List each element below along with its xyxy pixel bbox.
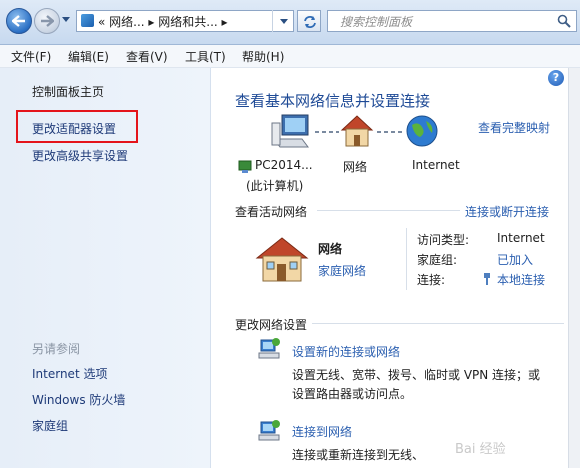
connect-disconnect-link[interactable]: 连接或断开连接 xyxy=(465,203,549,220)
back-button[interactable] xyxy=(6,8,32,34)
network-label: 网络 xyxy=(343,160,368,174)
active-networks-heading: 查看活动网络 xyxy=(235,205,308,219)
menu-help[interactable]: 帮助(H) xyxy=(242,48,284,65)
task-description: 设置路由器或访问点。 xyxy=(292,387,413,401)
change-settings-heading: 更改网络设置 xyxy=(235,318,308,332)
access-type-label: 访问类型: xyxy=(417,233,470,247)
refresh-button[interactable] xyxy=(297,10,321,32)
computer-icon xyxy=(271,114,309,148)
history-dropdown-icon[interactable] xyxy=(62,17,70,22)
refresh-icon xyxy=(304,16,316,28)
local-connection-link[interactable]: 本地连接 xyxy=(497,271,545,288)
new-connection-icon xyxy=(258,338,280,359)
network-adapter-icon xyxy=(238,160,252,173)
arrow-right-icon xyxy=(41,15,54,27)
address-dropdown-button[interactable] xyxy=(272,10,294,32)
arrow-left-icon xyxy=(12,15,25,27)
divider xyxy=(406,228,407,290)
internet-label: Internet xyxy=(412,158,460,172)
page-title: 查看基本网络信息并设置连接 xyxy=(235,92,431,110)
change-advanced-sharing-link[interactable]: 更改高级共享设置 xyxy=(32,147,128,164)
link-line xyxy=(377,131,405,133)
help-icon[interactable]: ? xyxy=(548,70,564,86)
home-network-icon xyxy=(255,237,309,282)
chevron-down-icon xyxy=(280,19,288,24)
wired-connection-icon xyxy=(484,273,490,285)
task-description: 连接或重新连接到无线、 xyxy=(292,448,425,462)
divider xyxy=(312,323,564,324)
highlight-box xyxy=(16,110,138,143)
menu-file[interactable]: 文件(F) xyxy=(11,48,51,65)
forward-button[interactable] xyxy=(34,8,60,34)
control-panel-home-link[interactable]: 控制面板主页 xyxy=(32,83,104,100)
menu-view[interactable]: 查看(V) xyxy=(126,48,168,65)
setup-new-connection-link[interactable]: 设置新的连接或网络 xyxy=(292,343,400,360)
homegroup-label: 家庭组: xyxy=(417,253,458,267)
task-description: 设置无线、宽带、拨号、临时或 VPN 连接；或 xyxy=(292,368,541,382)
divider xyxy=(317,210,460,211)
homegroup-value-link[interactable]: 已加入 xyxy=(497,251,533,268)
menu-tools[interactable]: 工具(T) xyxy=(185,48,226,65)
connect-to-network-icon xyxy=(258,420,280,441)
breadcrumb[interactable]: « 网络... ▸ 网络和共... ▸ xyxy=(98,13,228,30)
homegroup-link[interactable]: 家庭组 xyxy=(32,417,68,434)
connection-label: 连接: xyxy=(417,273,446,287)
network-type-link[interactable]: 家庭网络 xyxy=(318,262,366,279)
view-full-map-link[interactable]: 查看完整映射 xyxy=(478,119,550,136)
connect-to-network-link[interactable]: 连接到网络 xyxy=(292,423,352,440)
search-icon[interactable] xyxy=(557,14,571,28)
see-also-heading: 另请参阅 xyxy=(32,342,81,356)
control-panel-icon xyxy=(81,14,94,27)
internet-globe-icon xyxy=(406,115,438,147)
watermark: Bai 经验 xyxy=(455,442,506,457)
internet-options-link[interactable]: Internet 选项 xyxy=(32,365,107,382)
link-line xyxy=(315,131,339,133)
active-network-name: 网络 xyxy=(318,242,343,256)
computer-name: PC2014... xyxy=(255,158,313,172)
search-input[interactable]: 搜索控制面板 xyxy=(340,13,412,30)
access-type-value: Internet xyxy=(497,231,545,245)
windows-firewall-link[interactable]: Windows 防火墙 xyxy=(32,391,125,408)
menu-edit[interactable]: 编辑(E) xyxy=(68,48,109,65)
computer-sub: (此计算机) xyxy=(246,179,304,193)
scrollbar[interactable] xyxy=(568,68,580,468)
network-house-icon xyxy=(340,115,374,147)
